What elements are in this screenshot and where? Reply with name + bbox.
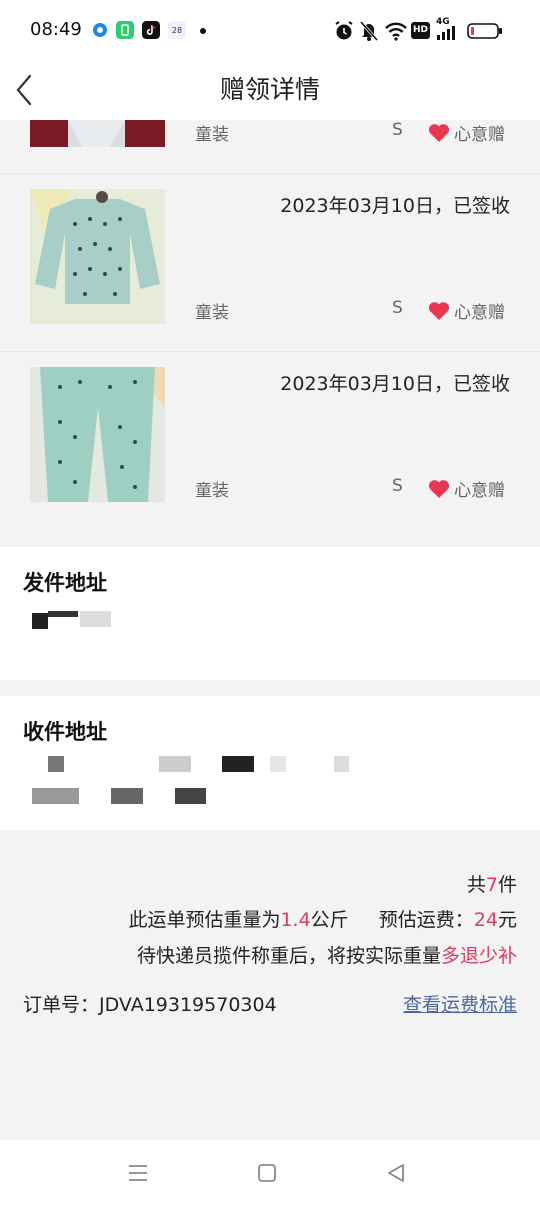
- mute-icon: [359, 21, 379, 41]
- status-time: 08:49: [30, 19, 82, 40]
- gift-label: 心意赠: [454, 303, 505, 323]
- item-category: 童装: [195, 481, 229, 501]
- gift-badge: 心意赠: [428, 298, 505, 323]
- view-fee-standard-link[interactable]: 查看运费标准: [403, 990, 517, 1017]
- gift-badge: 心意赠: [428, 120, 505, 145]
- sender-address-title: 发件地址: [23, 571, 107, 595]
- shipping-summary: 共7件 此运单预估重量为1.4公斤 预估运费：24元 待快递员揽件称重后，将按实…: [0, 830, 540, 1140]
- tiktok-icon: [142, 21, 160, 39]
- item-size: S: [392, 120, 403, 140]
- item-thumbnail: [30, 189, 165, 324]
- item-date-status: 2023年03月10日，已签收: [280, 195, 510, 217]
- weight-value: 1.4: [280, 909, 311, 931]
- receiver-address-card: 收件地址: [0, 696, 540, 830]
- alarm-icon: [335, 21, 353, 40]
- gift-label: 心意赠: [454, 481, 505, 501]
- receiver-address-title: 收件地址: [23, 720, 107, 744]
- page-title: 赠领详情: [219, 75, 320, 104]
- fee-value: 24: [473, 909, 498, 931]
- gift-badge: 心意赠: [428, 476, 505, 501]
- heart-icon: [428, 301, 450, 320]
- item-category: 童装: [195, 125, 229, 145]
- notification-dot-icon: [200, 28, 206, 34]
- app-notification-icon: [93, 23, 107, 37]
- calendar-icon: 28: [168, 21, 186, 39]
- hd-icon: HD: [411, 22, 430, 39]
- order-number: 订单号：JDVA19319570304: [23, 994, 277, 1016]
- list-item[interactable]: 2023年03月10日，已签收 童装 S 心意赠: [0, 174, 540, 352]
- system-nav-bar: [0, 1140, 540, 1206]
- sender-address-card: 发件地址: [0, 547, 540, 680]
- home-square-icon[interactable]: [254, 1160, 280, 1186]
- back-triangle-icon[interactable]: [383, 1160, 409, 1186]
- signal-4g-icon: [437, 26, 455, 40]
- weight-fee-line: 此运单预估重量为1.4公斤 预估运费：24元: [128, 909, 517, 931]
- heart-icon: [428, 123, 450, 142]
- item-count: 共7件: [466, 874, 517, 896]
- list-item[interactable]: 童装 S 心意赠: [0, 120, 540, 174]
- weight-note: 待快递员揽件称重后，将按实际重量多退少补: [136, 945, 517, 967]
- item-thumbnail: [30, 367, 165, 502]
- item-date-status: 2023年03月10日，已签收: [280, 373, 510, 395]
- gift-label: 心意赠: [454, 125, 505, 145]
- wifi-icon: [385, 22, 407, 41]
- menu-icon[interactable]: [125, 1160, 151, 1186]
- status-bar: 08:49 28 HD 4G: [0, 0, 540, 62]
- item-category: 童装: [195, 303, 229, 323]
- item-size: S: [392, 298, 403, 318]
- app-battery-manager-icon: [116, 21, 134, 39]
- list-item[interactable]: 2023年03月10日，已签收 童装 S 心意赠: [0, 352, 540, 546]
- item-size: S: [392, 476, 403, 496]
- header: 赠领详情: [0, 62, 540, 120]
- heart-icon: [428, 479, 450, 498]
- battery-icon: [467, 23, 502, 39]
- item-thumbnail: [30, 120, 165, 147]
